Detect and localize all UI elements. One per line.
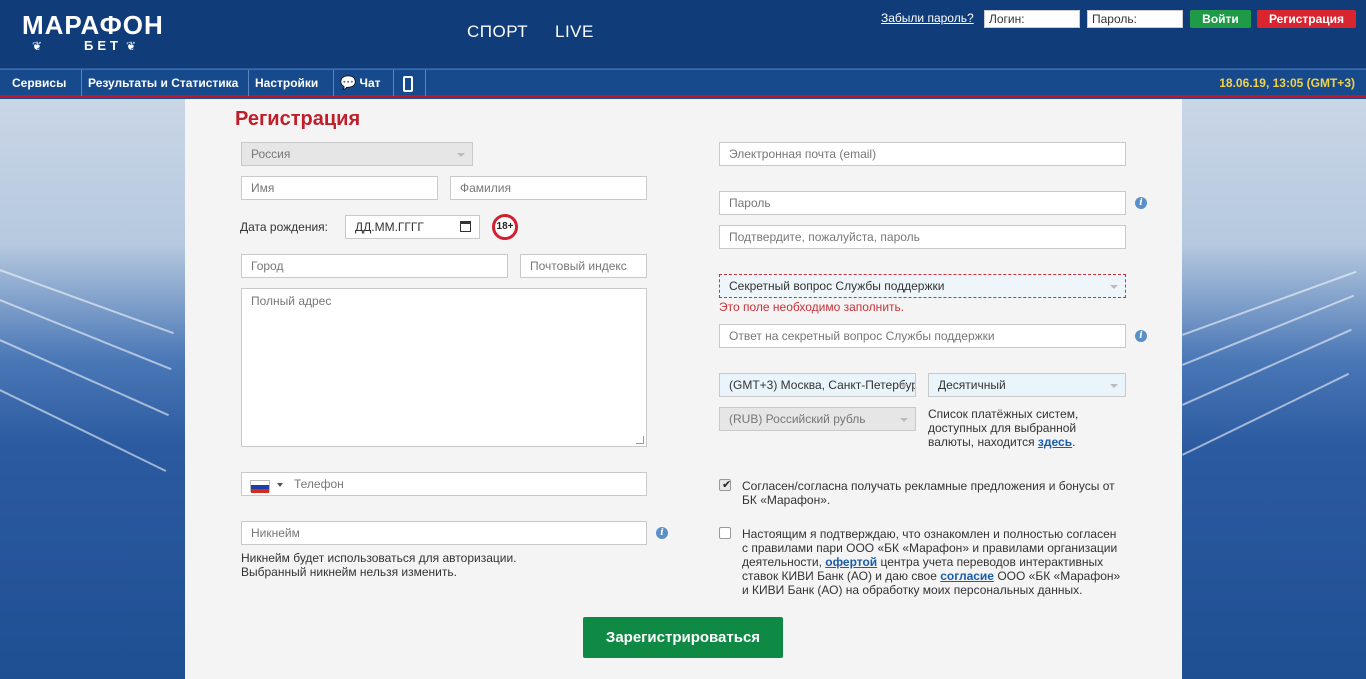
chevron-down-icon <box>1110 285 1118 289</box>
menu-services-label: Сервисы <box>12 76 67 90</box>
menu-results-label: Результаты и Статистика <box>88 76 239 90</box>
timezone-select[interactable]: (GMT+3) Москва, Санкт-Петербург <box>719 373 916 397</box>
terms-line-4: ставок КИВИ Банк (АО) и даю свое согласи… <box>742 569 1120 583</box>
logo-main-text: МАРАФОН <box>22 10 164 40</box>
timezone-value: (GMT+3) Москва, Санкт-Петербург <box>729 378 916 392</box>
background-right <box>1182 99 1366 679</box>
secret-answer-input[interactable]: Ответ на секретный вопрос Службы поддерж… <box>719 324 1126 348</box>
info-icon[interactable]: i <box>1135 330 1147 342</box>
menu-settings-label: Настройки <box>255 76 319 90</box>
menu-services[interactable]: Сервисы <box>0 70 82 113</box>
secret-question-value: Секретный вопрос Службы поддержки <box>729 279 945 293</box>
terms-line-4a: ставок КИВИ Банк (АО) и даю свое <box>742 569 941 583</box>
nav-sport[interactable]: СПОРТ <box>467 22 528 42</box>
secret-question-error: Это поле необходимо заполнить. <box>719 300 905 314</box>
info-icon[interactable]: i <box>1135 197 1147 209</box>
terms-line-5: и КИВИ Банк (АО) на обработку моих персо… <box>742 583 1083 597</box>
password-field[interactable]: Пароль <box>719 191 1126 215</box>
menu-settings[interactable]: Настройки <box>249 70 334 113</box>
registration-panel: Регистрация Россия Имя Фамилия Дата рожд… <box>185 99 1182 679</box>
register-top-button[interactable]: Регистрация <box>1257 10 1356 28</box>
nav-live[interactable]: LIVE <box>555 22 594 42</box>
chevron-down-icon <box>900 384 908 388</box>
secret-question-select[interactable]: Секретный вопрос Службы поддержки <box>719 274 1126 298</box>
currency-value: (RUB) Российский рубль <box>729 412 866 426</box>
promo-consent-line-1: Согласен/согласна получать рекламные пре… <box>742 479 1115 493</box>
mobile-icon <box>403 75 413 92</box>
payment-note-3: валюты, находится здесь. <box>928 435 1075 449</box>
odds-format-value: Десятичный <box>938 378 1006 392</box>
address-textarea[interactable]: Полный адрес <box>241 288 647 447</box>
password-confirm-field[interactable]: Подтвердите, пожалуйста, пароль <box>719 225 1126 249</box>
consent-link[interactable]: согласие <box>940 569 994 583</box>
checkmark-icon: ✔ <box>722 479 732 491</box>
terms-line-3: деятельности, офертой центра учета перев… <box>742 555 1103 569</box>
terms-line-4b: ООО «БК «Марафон» <box>993 569 1121 583</box>
city-input[interactable]: Город <box>241 254 508 278</box>
forgot-password-link[interactable]: Забыли пароль? <box>881 11 974 25</box>
country-select[interactable]: Россия <box>241 142 473 166</box>
first-name-input[interactable]: Имя <box>241 176 438 200</box>
background-left <box>0 99 185 679</box>
zip-input[interactable]: Почтовый индекс <box>520 254 647 278</box>
terms-consent-checkbox[interactable] <box>719 527 731 539</box>
payment-note-dot: . <box>1072 435 1076 449</box>
nickname-note-2: Выбранный никнейм нельзя изменить. <box>241 565 457 579</box>
page-title: Регистрация <box>235 108 361 130</box>
nickname-note-1: Никнейм будет использоваться для авториз… <box>241 551 517 565</box>
terms-line-2: с правилами пари ООО «БК «Марафон» и пра… <box>742 541 1118 555</box>
payment-note-2: доступных для выбранной <box>928 421 1077 435</box>
dob-label: Дата рождения: <box>240 220 328 234</box>
login-input[interactable]: Логин: <box>984 10 1080 28</box>
dob-input[interactable]: ДД.ММ.ГГГГ <box>345 215 480 239</box>
datetime: 18.06.19, 13:05 (GMT+3) <box>1219 76 1355 90</box>
login-button[interactable]: Войти <box>1190 10 1251 28</box>
chevron-down-icon <box>277 483 283 487</box>
payment-note-3-text: валюты, находится <box>928 435 1038 449</box>
resize-handle-icon[interactable] <box>636 436 644 444</box>
terms-line-3a: деятельности, <box>742 555 826 569</box>
nickname-input[interactable]: Никнейм <box>241 521 647 545</box>
phone-input[interactable]: Телефон <box>241 472 647 496</box>
calendar-icon[interactable] <box>460 221 471 232</box>
menu-chat-label: Чат <box>359 76 381 90</box>
currency-select[interactable]: (RUB) Российский рубль <box>719 407 916 431</box>
chat-icon: 💬 <box>340 75 357 90</box>
odds-format-select[interactable]: Десятичный <box>928 373 1126 397</box>
payment-note-1: Список платёжных систем, <box>928 407 1079 421</box>
russia-flag-icon[interactable] <box>250 480 270 493</box>
offer-link[interactable]: офертой <box>825 555 877 569</box>
chevron-down-icon <box>1110 384 1118 388</box>
register-submit-button[interactable]: Зарегистрироваться <box>583 617 783 658</box>
payment-systems-link[interactable]: здесь <box>1038 435 1072 449</box>
logo[interactable]: МАРАФОН ❦ БЕТ ❦ <box>22 12 172 56</box>
email-input[interactable]: Электронная почта (email) <box>719 142 1126 166</box>
info-icon[interactable]: i <box>656 527 668 539</box>
site-header: МАРАФОН ❦ БЕТ ❦ СПОРТ LIVE Забыли пароль… <box>0 0 1366 69</box>
laurel-left-icon: ❦ <box>32 39 43 53</box>
menu-chat[interactable]: 💬 Чат <box>334 70 394 96</box>
promo-consent-line-2: БК «Марафон». <box>742 493 831 507</box>
menu-bar: Сервисы Результаты и Статистика Настройк… <box>0 69 1366 113</box>
menu-results[interactable]: Результаты и Статистика <box>82 70 249 113</box>
chevron-down-icon <box>457 153 465 157</box>
phone-placeholder: Телефон <box>294 477 344 491</box>
last-name-input[interactable]: Фамилия <box>450 176 647 200</box>
terms-line-3b: центра учета переводов интерактивных <box>877 555 1104 569</box>
chevron-down-icon <box>900 418 908 422</box>
password-input[interactable]: Пароль: <box>1087 10 1183 28</box>
terms-line-1: Настоящим я подтверждаю, что ознакомлен … <box>742 527 1117 541</box>
promo-consent-checkbox[interactable]: ✔ <box>719 479 731 491</box>
country-value: Россия <box>251 147 291 161</box>
age-18-badge: 18+ <box>492 214 518 240</box>
laurel-right-icon: ❦ <box>126 39 137 53</box>
address-placeholder: Полный адрес <box>251 294 332 308</box>
menu-mobile[interactable] <box>394 70 426 96</box>
dob-placeholder: ДД.ММ.ГГГГ <box>355 220 424 234</box>
